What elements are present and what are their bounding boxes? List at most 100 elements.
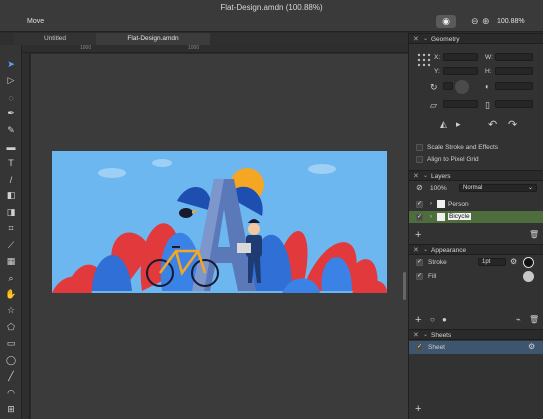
stroke-label: Stroke bbox=[428, 259, 447, 266]
align-pixel-label: Align to Pixel Grid bbox=[427, 156, 479, 163]
rotation-dial[interactable] bbox=[455, 80, 469, 94]
anchor-grid-svg bbox=[417, 53, 431, 67]
pen-tool-icon[interactable]: ✒ bbox=[3, 106, 19, 121]
sheets-header[interactable]: ✕ ⌄ Sheets bbox=[409, 329, 543, 340]
brush-icon[interactable]: ⌁ bbox=[516, 315, 521, 324]
y-field[interactable] bbox=[443, 67, 478, 75]
geometry-title: Geometry bbox=[431, 36, 460, 43]
fill-checkbox[interactable]: ✓ bbox=[416, 273, 423, 280]
lasso-tool-icon[interactable]: ◌ bbox=[3, 90, 19, 105]
stroke-width-field[interactable]: 1pt bbox=[478, 258, 506, 266]
stroke-checkbox[interactable]: ✓ bbox=[416, 259, 423, 266]
trash-icon[interactable]: 🗑 bbox=[529, 230, 539, 239]
gear-icon[interactable]: ⚙ bbox=[528, 342, 535, 351]
add-sheet-icon[interactable]: + bbox=[415, 403, 421, 415]
layer-opacity[interactable]: 100% bbox=[430, 185, 447, 192]
layer-row[interactable]: ✓ › Person bbox=[409, 198, 543, 210]
star-tool-icon[interactable]: ☆ bbox=[3, 303, 19, 318]
text-tool-icon[interactable]: T bbox=[3, 155, 19, 170]
zoom-tool-icon[interactable]: ⌕ bbox=[3, 271, 19, 286]
flip-horizontal-icon[interactable]: ◭ bbox=[440, 119, 447, 130]
eraser-tool-icon[interactable]: ◧ bbox=[3, 188, 19, 203]
close-icon[interactable]: ✕ bbox=[413, 172, 419, 180]
shear-field[interactable] bbox=[495, 100, 533, 108]
artboard-tool-icon[interactable]: ⊞ bbox=[3, 402, 19, 417]
brush-tool-icon[interactable]: ▬ bbox=[3, 139, 19, 154]
chevron-right-icon[interactable]: › bbox=[430, 214, 432, 220]
circle-filled-icon[interactable]: ● bbox=[442, 315, 447, 324]
tab-flat-design[interactable]: Flat-Design.amdn bbox=[96, 33, 210, 45]
arrow-tool-icon[interactable]: ➤ bbox=[3, 57, 19, 72]
blend-mode-select[interactable]: Normal ⌄ bbox=[459, 184, 537, 192]
anchor-grid-icon[interactable] bbox=[417, 53, 431, 67]
trash-icon[interactable]: 🗑 bbox=[529, 315, 539, 324]
gradient-tool-icon[interactable]: ▦ bbox=[3, 254, 19, 269]
layer-row-selected[interactable]: ✓ › Bicycle bbox=[409, 211, 543, 223]
chevron-down-icon[interactable]: ⌄ bbox=[423, 246, 428, 253]
eyedropper-tool-icon[interactable]: ⟋ bbox=[3, 238, 19, 253]
layer-visibility-checkbox[interactable]: ✓ bbox=[416, 201, 423, 208]
zoom-in-icon[interactable]: ⊕ bbox=[482, 16, 490, 27]
rotation-field[interactable] bbox=[443, 82, 453, 90]
line-tool-icon[interactable]: ╱ bbox=[3, 369, 19, 384]
crop-tool-icon[interactable]: ⌗ bbox=[3, 221, 19, 236]
circle-outline-icon[interactable]: ○ bbox=[430, 315, 435, 324]
sheet-visibility-checkbox[interactable]: ✓ bbox=[416, 344, 423, 351]
pencil-tool-icon[interactable]: ✎ bbox=[3, 123, 19, 138]
spiral-tool-icon[interactable]: ◠ bbox=[3, 386, 19, 401]
add-layer-icon[interactable]: + bbox=[415, 229, 421, 241]
sheet-row-selected[interactable]: ✓ Sheet ⚙ bbox=[409, 341, 543, 354]
fill-color-swatch[interactable] bbox=[523, 271, 534, 282]
chevron-down-icon[interactable]: ⌄ bbox=[423, 172, 428, 179]
rectangle-tool-icon[interactable]: ▭ bbox=[3, 336, 19, 351]
window-title: Flat-Design.amdn (100.88%) bbox=[220, 3, 323, 12]
close-icon[interactable]: ✕ bbox=[413, 331, 419, 339]
h-field[interactable] bbox=[495, 67, 533, 75]
appearance-title: Appearance bbox=[431, 247, 467, 254]
chevron-down-icon[interactable]: ⌄ bbox=[423, 35, 428, 42]
geometry-header[interactable]: ✕ ⌄ Geometry bbox=[409, 33, 543, 44]
layer-name-editing[interactable]: Bicycle bbox=[448, 213, 471, 220]
w-field[interactable] bbox=[495, 53, 533, 61]
rotate-left-icon[interactable]: ↶ bbox=[488, 118, 497, 131]
zoom-level[interactable]: 100.88% bbox=[497, 18, 525, 25]
knife-tool-icon[interactable]: / bbox=[3, 172, 19, 187]
flat-design-artwork bbox=[52, 151, 387, 293]
direct-select-tool-icon[interactable]: ▷ bbox=[3, 73, 19, 88]
chevron-down-icon[interactable]: ⌄ bbox=[423, 331, 428, 338]
close-icon[interactable]: ✕ bbox=[413, 35, 419, 43]
ruler-label: 1000 bbox=[188, 45, 200, 51]
blend-mode-value: Normal bbox=[463, 185, 483, 191]
skew-icon[interactable]: ▱ bbox=[430, 100, 437, 111]
opacity-icon: ⊘ bbox=[416, 183, 423, 192]
flip-vertical-icon[interactable]: ▸ bbox=[456, 119, 461, 130]
layers-header[interactable]: ✕ ⌄ Layers bbox=[409, 170, 543, 181]
hand-tool-icon[interactable]: ✋ bbox=[3, 287, 19, 302]
rotation-angle-field[interactable] bbox=[495, 82, 533, 90]
scale-stroke-checkbox[interactable] bbox=[416, 144, 423, 151]
canvas-area[interactable] bbox=[31, 54, 408, 419]
artwork-illustration[interactable] bbox=[52, 151, 387, 293]
chevron-right-icon[interactable]: › bbox=[430, 201, 432, 207]
vertical-scrollbar[interactable] bbox=[403, 272, 406, 300]
close-icon[interactable]: ✕ bbox=[413, 246, 419, 254]
align-pixel-checkbox[interactable] bbox=[416, 156, 423, 163]
eye-icon[interactable]: ◉ bbox=[436, 15, 456, 28]
rotate-right-icon[interactable]: ↷ bbox=[508, 118, 517, 131]
gear-icon[interactable]: ⚙ bbox=[510, 257, 517, 266]
layer-visibility-checkbox[interactable]: ✓ bbox=[416, 214, 423, 221]
tab-untitled[interactable]: Untitled bbox=[14, 33, 96, 45]
x-field[interactable] bbox=[443, 53, 478, 61]
add-appearance-icon[interactable]: + bbox=[415, 314, 421, 326]
ellipse-tool-icon[interactable]: ◯ bbox=[3, 353, 19, 368]
inspector-panel: ✕ ⌄ Geometry X: W: Y: H: ↻ ◐ ▱ ▯ ◭ ▸ ↶ ↷… bbox=[408, 33, 543, 419]
appearance-header[interactable]: ✕ ⌄ Appearance bbox=[409, 244, 543, 255]
rotate-icon[interactable]: ↻ bbox=[430, 82, 438, 93]
stroke-color-swatch[interactable] bbox=[523, 257, 534, 268]
shear-icon[interactable]: ▯ bbox=[485, 100, 490, 111]
zoom-out-icon[interactable]: ⊖ bbox=[471, 16, 479, 27]
shape-builder-tool-icon[interactable]: ◨ bbox=[3, 205, 19, 220]
skew-field[interactable] bbox=[443, 100, 478, 108]
polygon-tool-icon[interactable]: ⬠ bbox=[3, 320, 19, 335]
flip-horizontal-icon[interactable]: ◐ bbox=[485, 82, 490, 91]
